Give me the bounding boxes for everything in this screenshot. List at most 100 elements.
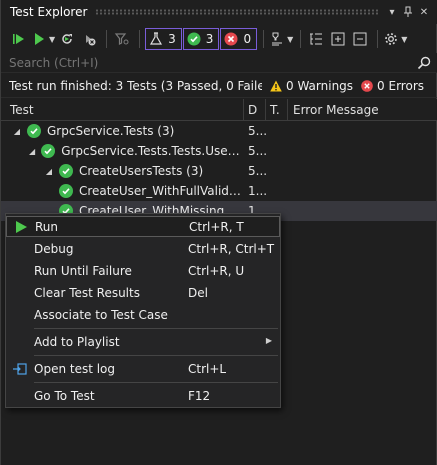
menu-item-run-until-failure[interactable]: Run Until Failure Ctrl+R, U — [6, 260, 280, 281]
titlebar-grip[interactable] — [95, 9, 378, 15]
tree-row-duration: 5... — [248, 124, 266, 138]
failed-count: 0 — [243, 32, 252, 46]
menu-item-label: Run Until Failure — [34, 263, 132, 278]
tree-row-label: CreateUser_WithFullValidDat... — [79, 184, 244, 198]
column-test[interactable]: Test — [1, 98, 244, 121]
menu-item-label: Add to Playlist — [34, 334, 120, 349]
open-log-icon — [6, 362, 34, 375]
tree-row-duration: 1... — [248, 184, 266, 198]
passed-count: 3 — [205, 32, 214, 46]
warnings-indicator[interactable]: 0 Warnings — [270, 79, 353, 93]
menu-item-clear-test-results[interactable]: Clear Test Results Del — [6, 282, 280, 303]
menu-item-shortcut: Ctrl+L — [188, 361, 227, 376]
menu-item-shortcut: Ctrl+R, U — [188, 263, 245, 278]
run-dropdown-icon[interactable]: ▼ — [49, 35, 55, 44]
tree-row-label: GrpcService.Tests.Tests.UsersServ... — [61, 144, 244, 158]
column-duration[interactable]: D — [244, 98, 266, 121]
collapse-arrow-icon[interactable]: ◢ — [11, 127, 23, 136]
filter-icon[interactable] — [112, 28, 132, 50]
menu-item-label: Associate to Test Case — [34, 307, 168, 322]
column-header: Test D T. Error Message — [1, 98, 437, 121]
playlist-icon[interactable]: ▼ — [269, 28, 293, 50]
menu-item-label: Go To Test — [34, 388, 95, 403]
menu-separator — [34, 382, 278, 383]
failed-icon — [224, 32, 238, 46]
toolbar-separator — [106, 30, 108, 48]
collapse-arrow-icon[interactable]: ◢ — [43, 167, 55, 176]
test-toolbar: ▼ 3 3 0 ▼ ▼ — [1, 25, 437, 53]
errors-label: 0 Errors — [377, 78, 424, 93]
menu-item-add-to-playlist[interactable]: Add to Playlist ▶ — [6, 331, 280, 352]
toolbar-separator — [263, 30, 265, 48]
panel-title: Test Explorer — [10, 5, 88, 19]
context-menu: Run Ctrl+R, T Debug Ctrl+R, Ctrl+T Run U… — [5, 213, 281, 408]
test-explorer-panel: Test Explorer ▾ ✕ ▼ 3 3 0 ▼ ▼ Search (Ct… — [0, 0, 437, 465]
test-tree: ◢ GrpcService.Tests (3) 5... ◢ GrpcServi… — [1, 121, 437, 221]
column-traits[interactable]: T. — [266, 98, 288, 121]
passed-tests-filter[interactable]: 3 — [182, 28, 220, 50]
passed-icon — [59, 184, 73, 198]
tree-row[interactable]: CreateUser_WithFullValidDat... 1... — [1, 181, 437, 201]
warnings-label: 0 Warnings — [286, 78, 354, 93]
tree-row[interactable]: ◢ CreateUsersTests (3) 5... — [1, 161, 437, 181]
tree-row-duration: 5... — [248, 164, 266, 178]
menu-item-shortcut: F12 — [188, 388, 211, 403]
submenu-arrow-icon: ▶ — [265, 336, 272, 345]
menu-item-go-to-test[interactable]: Go To Test F12 — [6, 385, 280, 406]
menu-item-associate-to-test-case[interactable]: Associate to Test Case — [6, 304, 280, 325]
toolbar-separator — [139, 30, 141, 48]
passed-icon — [27, 124, 41, 138]
tree-row[interactable]: ◢ GrpcService.Tests (3) 5... — [1, 121, 437, 141]
menu-separator — [34, 355, 278, 356]
tree-row-label: CreateUsersTests (3) — [79, 164, 204, 178]
settings-icon[interactable]: ▼ — [383, 28, 407, 50]
dropdown-icon[interactable]: ▾ — [384, 4, 400, 20]
tree-row-label: GrpcService.Tests (3) — [47, 124, 175, 138]
total-tests-filter[interactable]: 3 — [145, 28, 182, 50]
menu-item-label: Run — [35, 219, 59, 234]
cancel-icon[interactable] — [79, 28, 99, 50]
run-status-bar: Test run finished: 3 Tests (3 Passed, 0 … — [1, 74, 437, 98]
menu-item-debug[interactable]: Debug Ctrl+R, Ctrl+T — [6, 238, 280, 259]
menu-item-label: Clear Test Results — [34, 285, 140, 300]
passed-icon — [59, 164, 73, 178]
playlist-dropdown-icon[interactable]: ▼ — [287, 35, 293, 44]
run-summary: Test run finished: 3 Tests (3 Passed, 0 … — [9, 78, 262, 93]
menu-item-label: Open test log — [34, 361, 116, 376]
total-count: 3 — [168, 32, 176, 46]
close-icon[interactable]: ✕ — [416, 4, 432, 20]
collapse-all-icon[interactable] — [350, 28, 370, 50]
flask-icon — [150, 32, 163, 45]
repeat-last-run-icon[interactable] — [57, 28, 77, 50]
error-icon — [361, 79, 373, 92]
warning-icon — [270, 80, 282, 91]
run-all-icon[interactable] — [9, 28, 29, 50]
tree-row-duration: 5... — [248, 144, 266, 158]
passed-icon — [41, 144, 56, 158]
settings-dropdown-icon[interactable]: ▼ — [401, 35, 407, 44]
passed-icon — [187, 32, 201, 46]
menu-item-shortcut: Del — [188, 285, 208, 300]
collapse-arrow-icon[interactable]: ◢ — [27, 147, 37, 156]
menu-item-open-test-log[interactable]: Open test log Ctrl+L — [6, 358, 280, 379]
expand-all-icon[interactable] — [306, 28, 326, 50]
menu-item-shortcut: Ctrl+R, T — [189, 219, 244, 234]
search-input[interactable] — [9, 55, 410, 70]
menu-item-shortcut: Ctrl+R, Ctrl+T — [188, 241, 275, 256]
run-icon[interactable]: ▼ — [31, 28, 55, 50]
search-icon[interactable] — [410, 56, 437, 70]
menu-separator — [34, 328, 278, 329]
toolbar-separator — [377, 30, 379, 48]
toolbar-separator — [300, 30, 302, 48]
errors-indicator[interactable]: 0 Errors — [361, 79, 424, 93]
run-icon — [7, 220, 35, 233]
failed-tests-filter[interactable]: 0 — [220, 28, 258, 50]
menu-item-label: Debug — [34, 241, 74, 256]
group-icon[interactable] — [328, 28, 348, 50]
panel-titlebar: Test Explorer ▾ ✕ — [1, 0, 437, 24]
search-bar — [1, 53, 437, 73]
tree-row[interactable]: ◢ GrpcService.Tests.Tests.UsersServ... 5… — [1, 141, 437, 161]
column-error-message[interactable]: Error Message — [288, 99, 437, 121]
pin-icon[interactable] — [400, 4, 416, 20]
menu-item-run[interactable]: Run Ctrl+R, T — [6, 216, 280, 237]
